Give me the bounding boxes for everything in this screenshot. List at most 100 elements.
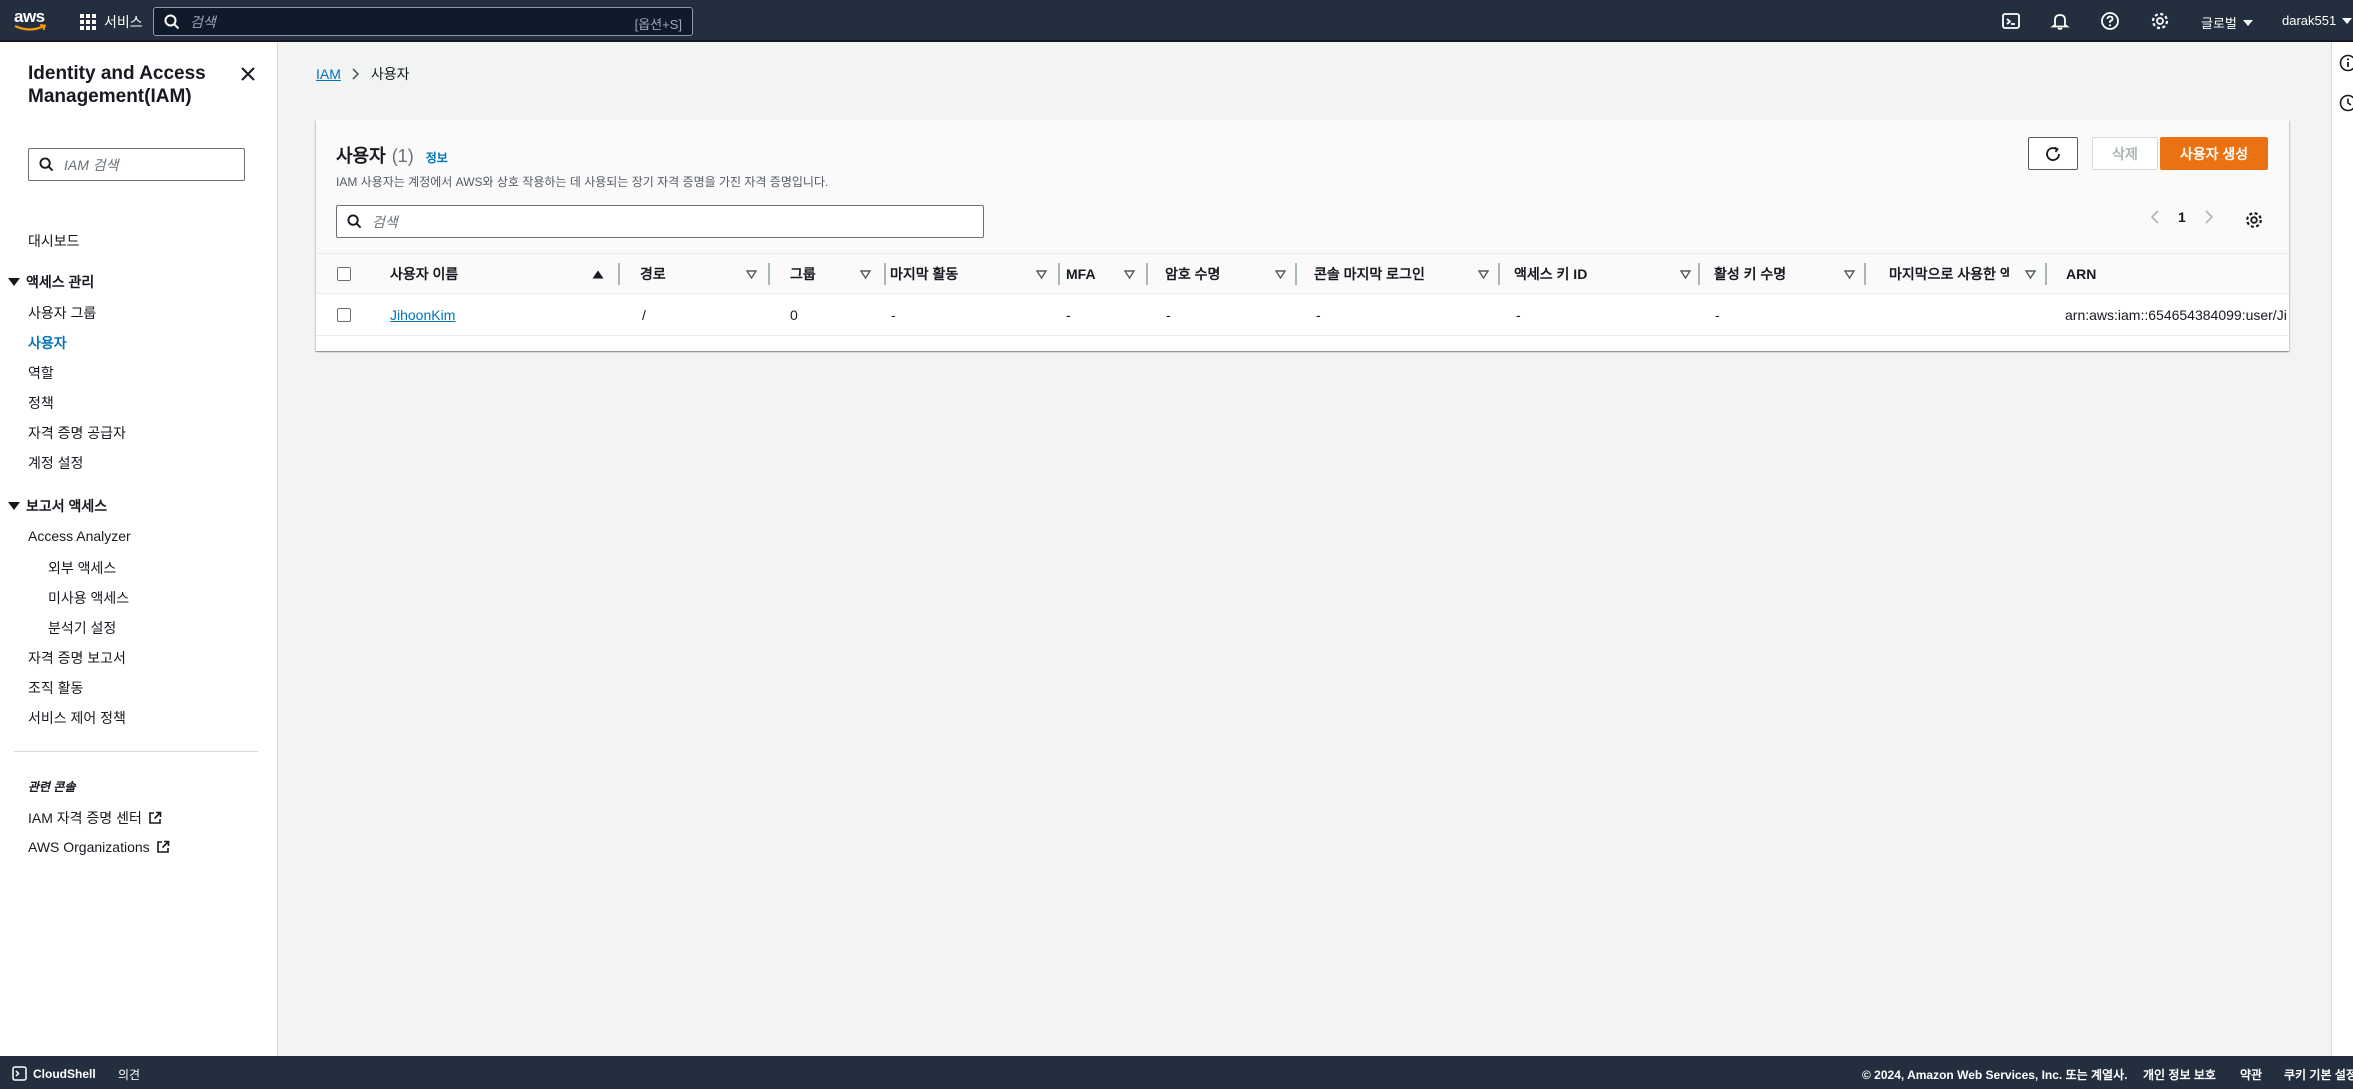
page-number[interactable]: 1 <box>2178 209 2186 225</box>
column-header-active-key-age[interactable]: 활성 키 수명 <box>1714 254 1894 294</box>
column-header-password-age[interactable]: 암호 수명 <box>1165 254 1315 294</box>
cell-console-last-sign-in: - <box>1316 307 1321 323</box>
sidebar-item-external-access[interactable]: 외부 액세스 <box>48 558 116 578</box>
panel-title-text: 사용자 <box>336 146 386 166</box>
feedback-link[interactable]: 의견 <box>118 1066 140 1083</box>
table-settings-icon[interactable] <box>2244 210 2264 230</box>
help-icon[interactable] <box>2100 11 2120 31</box>
column-label: MFA <box>1066 266 1096 282</box>
search-shortcut-hint: [옵션+S] <box>634 17 682 32</box>
user-link[interactable]: JihoonKim <box>390 307 455 323</box>
info-link[interactable]: 정보 <box>426 149 448 166</box>
breadcrumb: IAM 사용자 <box>316 64 410 84</box>
sidebar-item-unused-access[interactable]: 미사용 액세스 <box>48 588 129 608</box>
gear-icon[interactable] <box>2150 11 2170 31</box>
row-checkbox[interactable] <box>337 308 351 322</box>
table-search-input[interactable] <box>372 213 952 230</box>
breadcrumb-current: 사용자 <box>370 66 410 82</box>
sidebar-group-access-management[interactable]: 액세스 관리 <box>8 272 94 292</box>
sidebar-item-users[interactable]: 사용자 <box>28 333 67 353</box>
create-user-button[interactable]: 사용자 생성 <box>2160 137 2268 170</box>
sidebar-item-analyzer-settings[interactable]: 분석기 설정 <box>48 618 116 638</box>
column-label: 암호 수명 <box>1165 266 1221 282</box>
sort-ascending-icon <box>592 270 604 279</box>
account-menu[interactable]: darak551 <box>2282 13 2353 28</box>
sidebar-item-service-control-policies[interactable]: 서비스 제어 정책 <box>28 708 126 728</box>
sidebar-item-user-groups[interactable]: 사용자 그룹 <box>28 303 96 323</box>
column-header-mfa[interactable]: MFA <box>1066 254 1166 294</box>
sidebar-title: Identity and Access Management(IAM) <box>28 63 206 107</box>
breadcrumb-iam-link[interactable]: IAM <box>316 66 341 82</box>
bell-icon[interactable] <box>2050 11 2070 31</box>
terms-link[interactable]: 약관 <box>2240 1066 2262 1083</box>
column-header-console-last-sign-in[interactable]: 콘솔 마지막 로그인 <box>1314 254 1514 294</box>
aws-logo[interactable]: aws <box>14 8 48 34</box>
close-icon[interactable] <box>238 64 258 84</box>
sidebar-item-credential-report[interactable]: 자격 증명 보고서 <box>28 648 126 668</box>
global-search-box[interactable]: [옵션+S] <box>153 7 693 36</box>
column-label: 활성 키 수명 <box>1714 266 1787 282</box>
column-label: ARN <box>2066 266 2097 282</box>
panel-header: 사용자 (1) 정보 IAM 사용자는 계정에서 AWS와 상호 작용하는 데 … <box>316 120 2289 254</box>
cell-username: JihoonKim <box>390 307 455 323</box>
cloudshell-icon[interactable] <box>2001 11 2021 31</box>
column-resizer[interactable] <box>1146 263 1148 285</box>
sidebar-item-policies[interactable]: 정책 <box>28 393 54 413</box>
link-label: AWS Organizations <box>28 839 150 855</box>
column-header-access-key-id[interactable]: 액세스 키 ID <box>1514 254 1714 294</box>
sidebar-item-roles[interactable]: 역할 <box>28 363 54 383</box>
sort-icon <box>2025 270 2036 279</box>
global-search-input[interactable] <box>190 13 610 30</box>
history-icon[interactable] <box>2339 94 2353 112</box>
services-menu-button[interactable]: 서비스 <box>80 12 143 32</box>
sidebar-item-organization-activity[interactable]: 조직 활동 <box>28 678 83 698</box>
chevron-down-icon <box>2242 19 2253 26</box>
sidebar-link-aws-organizations[interactable]: AWS Organizations <box>28 839 170 855</box>
refresh-button[interactable] <box>2028 137 2078 170</box>
column-header-last-used[interactable]: 마지막으로 사용한 액세 <box>1889 254 2069 294</box>
search-icon <box>164 14 180 29</box>
table-search-box[interactable] <box>336 205 984 238</box>
refresh-icon <box>2046 146 2060 161</box>
pagination: 1 <box>2150 209 2214 225</box>
info-icon[interactable] <box>2339 54 2353 72</box>
cloudshell-button[interactable]: CloudShell <box>12 1066 96 1081</box>
sidebar-item-account-settings[interactable]: 계정 설정 <box>28 453 83 473</box>
sidebar-item-identity-providers[interactable]: 자격 증명 공급자 <box>28 423 126 443</box>
sidebar-item-access-analyzer[interactable]: Access Analyzer <box>28 528 131 544</box>
copyright-text: © 2024, Amazon Web Services, Inc. 또는 계열사… <box>1862 1068 2128 1082</box>
sidebar-item-dashboard[interactable]: 대시보드 <box>28 231 80 251</box>
cookie-preferences-link[interactable]: 쿠키 기본 설정 <box>2284 1066 2353 1083</box>
chevron-right-icon[interactable] <box>2204 210 2214 224</box>
region-selector[interactable]: 글로벌 <box>2201 13 2253 32</box>
column-header-path[interactable]: 경로 <box>640 254 800 294</box>
column-resizer[interactable] <box>1698 263 1700 285</box>
sidebar-search-input[interactable] <box>64 156 234 173</box>
column-resizer[interactable] <box>1058 263 1060 285</box>
sidebar-search-box[interactable] <box>28 148 245 181</box>
column-resizer[interactable] <box>1864 263 1866 285</box>
column-resizer[interactable] <box>1498 263 1500 285</box>
column-resizer[interactable] <box>884 263 886 285</box>
column-header-username[interactable]: 사용자 이름 <box>390 254 630 294</box>
column-resizer[interactable] <box>768 263 770 285</box>
cell-last-activity: - <box>891 307 896 323</box>
related-consoles-title: 관련 콘솔 <box>28 780 76 794</box>
panel-title: 사용자 (1) 정보 <box>336 142 448 168</box>
sidebar-group-access-reports[interactable]: 보고서 액세스 <box>8 496 107 516</box>
column-header-last-activity[interactable]: 마지막 활동 <box>890 254 1070 294</box>
column-resizer[interactable] <box>1295 263 1297 285</box>
sort-icon <box>1844 270 1855 279</box>
chevron-left-icon[interactable] <box>2150 210 2160 224</box>
select-all-checkbox[interactable] <box>337 267 351 281</box>
column-header-groups[interactable]: 그룹 <box>790 254 890 294</box>
cloudshell-icon <box>12 1066 27 1081</box>
column-header-arn[interactable]: ARN <box>2066 254 2266 294</box>
column-resizer[interactable] <box>618 263 620 285</box>
sort-icon <box>1478 270 1489 279</box>
sidebar-link-iam-identity-center[interactable]: IAM 자격 증명 센터 <box>28 808 162 828</box>
delete-button[interactable]: 삭제 <box>2092 137 2158 170</box>
column-resizer[interactable] <box>2045 263 2047 285</box>
privacy-link[interactable]: 개인 정보 보호 <box>2143 1066 2216 1083</box>
right-utility-rail <box>2331 42 2353 1056</box>
